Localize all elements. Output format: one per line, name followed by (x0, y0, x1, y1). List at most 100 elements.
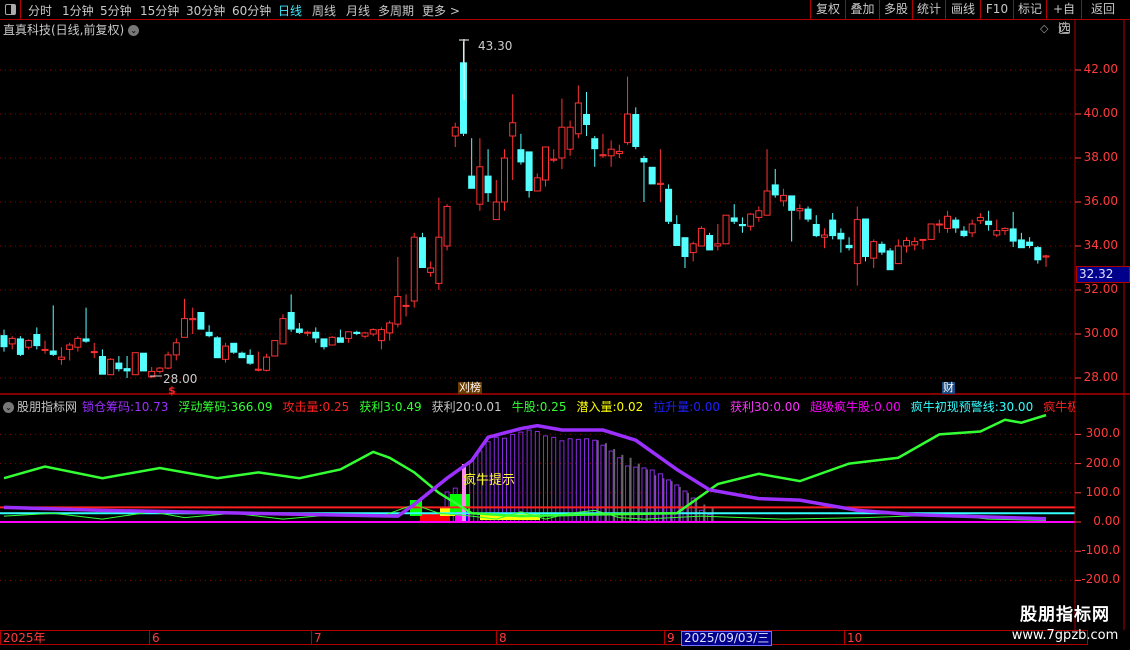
candle-body (82, 338, 90, 342)
candle-body (779, 194, 787, 202)
tab-timeframe[interactable]: 60分钟 (232, 2, 271, 19)
candle-body (230, 342, 238, 353)
price-tick-label: 40.00 (1083, 106, 1118, 120)
candle (164, 351, 172, 370)
candle-body (41, 348, 49, 351)
locked-chip-bar (559, 440, 565, 523)
candle-body (927, 223, 935, 240)
event-badge-finance[interactable]: 财 (942, 382, 955, 394)
diamond-icon[interactable]: ◇ (1040, 22, 1048, 35)
candle (730, 204, 738, 224)
candle (328, 336, 336, 346)
candle-body (418, 237, 426, 268)
candle (1001, 227, 1009, 235)
candle-body (952, 219, 960, 229)
toolbar-button[interactable]: 画线 (945, 0, 980, 19)
indicator-number: 0.00 (693, 400, 720, 414)
toolbar-button[interactable]: F10 (980, 0, 1013, 19)
grid-lines (0, 69, 1075, 581)
candle-body (353, 331, 361, 334)
locked-chip-bar (600, 444, 606, 523)
candle (377, 327, 385, 350)
tab-timeframe[interactable]: 1分钟 (62, 2, 94, 19)
indicator-value: 牛股:0.25 (512, 400, 572, 414)
candle-body (755, 210, 763, 218)
candle (123, 356, 131, 378)
toolbar-button[interactable]: 标记 (1013, 0, 1046, 19)
locked-chip-bar (534, 430, 540, 523)
panel-icon[interactable] (1059, 23, 1070, 34)
toolbar-button[interactable]: 返回 (1081, 0, 1124, 19)
indicator-value: 获利20:0.01 (432, 400, 507, 414)
candle-body (993, 230, 1001, 236)
candle-body (804, 208, 812, 220)
candle-body (402, 304, 410, 307)
candle (295, 323, 303, 334)
candle (993, 219, 1001, 238)
last-price-label: 32.32 (1076, 266, 1130, 283)
tab-timeframe[interactable]: 5分钟 (100, 2, 132, 19)
toolbar-button[interactable]: +自选 (1046, 0, 1081, 35)
watermark-url: www.7gpzb.com (1011, 628, 1119, 643)
candle (738, 217, 746, 233)
candle (911, 237, 919, 251)
indicator-tick-label: 200.0 (1085, 455, 1120, 470)
candle-body (771, 184, 779, 196)
candle-body (566, 126, 574, 150)
indicator-name[interactable]: 股朋指标网 (17, 400, 77, 414)
candle-body (1009, 228, 1017, 242)
candle-body (558, 126, 566, 159)
indicator-value: 浮动筹码:366.09 (178, 400, 277, 414)
chevron-down-icon[interactable]: ⌄ (3, 402, 14, 413)
candle (74, 336, 82, 352)
candle (271, 340, 279, 357)
price-tick-label: 30.00 (1083, 326, 1118, 340)
candle-body (870, 241, 878, 259)
chevron-down-icon[interactable]: ⌄ (128, 25, 140, 36)
month-label: 9 (664, 631, 675, 645)
kline-chart[interactable]: 43.30 28.00 $ 疯牛提示 (0, 0, 1130, 650)
toolbar-button[interactable]: 多股 (879, 0, 912, 19)
candle-body (345, 331, 353, 339)
low-event-marker: $ (168, 384, 176, 397)
candle (57, 347, 65, 365)
candle (90, 342, 98, 359)
indicator-tick-label: -200.0 (1081, 572, 1120, 587)
date-axis[interactable]: 2025年 6 7 8 9 10 2025/09/03/三 (0, 630, 1088, 646)
candle-body (312, 331, 320, 339)
event-badge-list[interactable]: 刈榜 (458, 382, 482, 394)
panel-toggle-button[interactable] (0, 0, 21, 19)
candle-body (845, 244, 853, 249)
toolbar-button[interactable]: 叠加 (845, 0, 879, 19)
indicator-label: 攻击量: (282, 400, 323, 414)
candle-body (254, 368, 262, 371)
candle-body (131, 352, 139, 376)
candle-body (615, 150, 623, 155)
tab-timeframe[interactable]: 周线 (312, 2, 336, 19)
price-tick-label: 34.00 (1083, 238, 1118, 252)
tab-timeframe[interactable]: 30分钟 (186, 2, 225, 19)
tab-timeframe[interactable]: 15分钟 (140, 2, 179, 19)
candle (665, 184, 673, 224)
tab-timeframe[interactable]: 月线 (346, 2, 370, 19)
candle (755, 206, 763, 222)
tab-timeframe[interactable]: 日线 (278, 2, 302, 19)
candle (386, 320, 394, 341)
candle-body (747, 213, 755, 227)
candle-body (591, 138, 599, 150)
tab-timeframe[interactable]: 更多 > (422, 2, 460, 19)
indicator-value: 拉升量:0.00 (653, 400, 725, 414)
candle (919, 238, 927, 250)
candle-body (222, 345, 230, 360)
candle (205, 325, 213, 338)
toolbar-button[interactable]: 统计 (912, 0, 945, 19)
candle-body (107, 358, 115, 376)
candle (820, 228, 828, 249)
tab-timeframe[interactable]: 分时 (28, 2, 52, 19)
candle (238, 351, 246, 359)
candle-body (246, 354, 254, 364)
candle (1017, 232, 1025, 249)
tab-timeframe[interactable]: 多周期 (378, 2, 414, 19)
month-label: 2025年 (3, 631, 46, 645)
toolbar-button[interactable]: 复权 (810, 0, 845, 19)
